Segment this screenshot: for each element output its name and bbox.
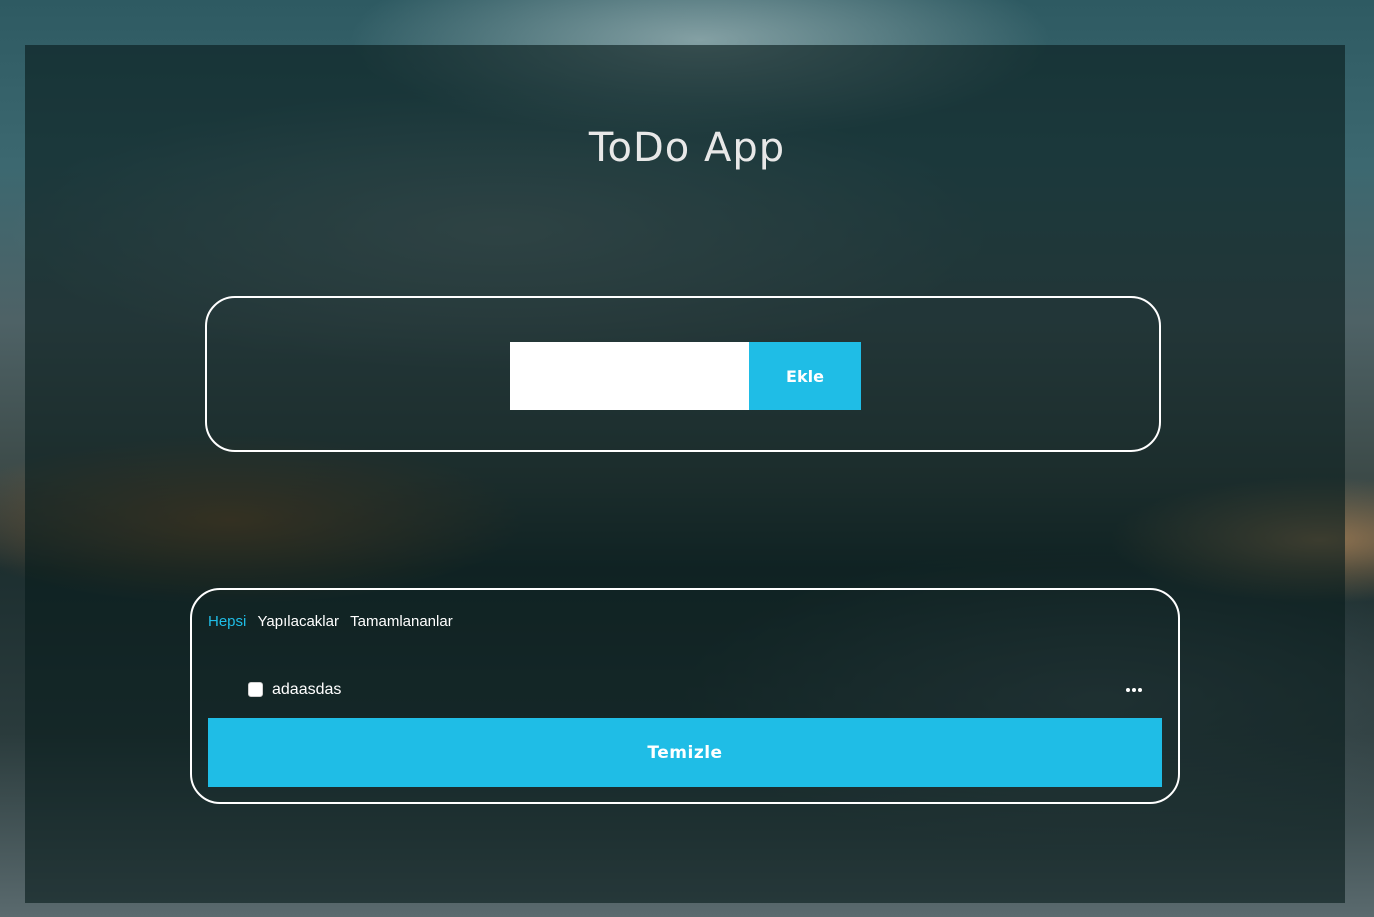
todo-input[interactable] xyxy=(510,342,749,410)
clear-button[interactable]: Temizle xyxy=(208,718,1162,787)
add-button[interactable]: Ekle xyxy=(749,342,861,410)
filter-tabs: Hepsi Yapılacaklar Tamamlananlar xyxy=(208,613,460,630)
todo-text: adaasdas xyxy=(272,681,342,698)
filter-completed-tab[interactable]: Tamamlananlar xyxy=(350,613,453,630)
filter-todo-tab[interactable]: Yapılacaklar xyxy=(258,613,339,630)
list-item: adaasdas xyxy=(208,676,1162,706)
todo-checkbox[interactable] xyxy=(248,682,263,697)
more-options-icon[interactable] xyxy=(1126,680,1142,700)
page-title: ToDo App xyxy=(588,125,786,171)
filter-all-tab[interactable]: Hepsi xyxy=(208,613,246,630)
